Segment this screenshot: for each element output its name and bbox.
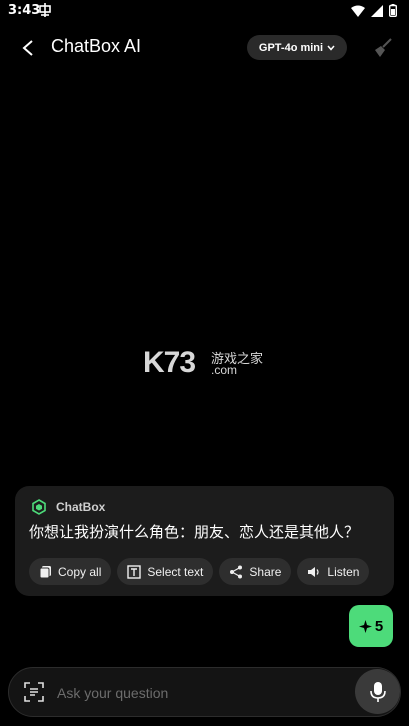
listen-button[interactable]: Listen [297, 558, 370, 585]
watermark-domain: .com [211, 363, 238, 377]
voice-input-button[interactable] [355, 669, 400, 714]
copy-icon [39, 565, 51, 578]
message-text: 你想让我扮演什么角色：朋友、恋人还是其他人？ [29, 523, 360, 541]
listen-label: Listen [327, 564, 360, 579]
scan-text-icon[interactable] [24, 682, 44, 702]
clear-chat-broom-icon[interactable] [371, 36, 395, 60]
share-button[interactable]: Share [219, 558, 292, 585]
chatbox-bot-icon [32, 499, 46, 515]
k73-watermark-logo: K73 游戏之家 .com [143, 346, 273, 382]
top-app-bar: ChatBox AI GPT-4o mini [0, 24, 409, 72]
battery-icon [389, 4, 397, 17]
page-title: ChatBox AI [51, 36, 142, 56]
message-actions: Copy all Select text Share Listen [29, 558, 370, 585]
status-bar: 3:43 [0, 0, 409, 24]
app-notification-icon [39, 3, 51, 17]
question-input[interactable] [55, 677, 349, 709]
credits-count: 5 [374, 617, 384, 635]
select-text-label: Select text [147, 564, 204, 579]
sparkle-icon [358, 619, 372, 633]
message-sender: ChatBox [56, 500, 106, 514]
share-label: Share [249, 564, 282, 579]
select-text-button[interactable]: Select text [117, 558, 214, 585]
back-button[interactable] [14, 34, 42, 62]
credits-sparkle-button[interactable]: 5 [349, 605, 393, 647]
status-time: 3:43 [8, 3, 41, 18]
copy-all-button[interactable]: Copy all [29, 558, 112, 585]
copy-all-label: Copy all [58, 564, 102, 579]
wifi-icon [351, 5, 365, 17]
chat-input-bar [8, 667, 401, 717]
model-selector-label: GPT-4o mini [258, 41, 324, 54]
share-icon [230, 565, 243, 578]
assistant-message-card: ChatBox 你想让我扮演什么角色：朋友、恋人还是其他人？ Copy all … [15, 486, 394, 596]
speaker-icon [308, 566, 320, 577]
watermark-logo-text: K73 [143, 346, 196, 379]
text-select-icon [127, 564, 142, 579]
model-selector[interactable]: GPT-4o mini [247, 35, 347, 60]
chevron-down-icon [327, 45, 335, 51]
signal-icon [371, 4, 383, 17]
back-arrow-icon [22, 40, 33, 56]
microphone-icon [369, 681, 386, 702]
